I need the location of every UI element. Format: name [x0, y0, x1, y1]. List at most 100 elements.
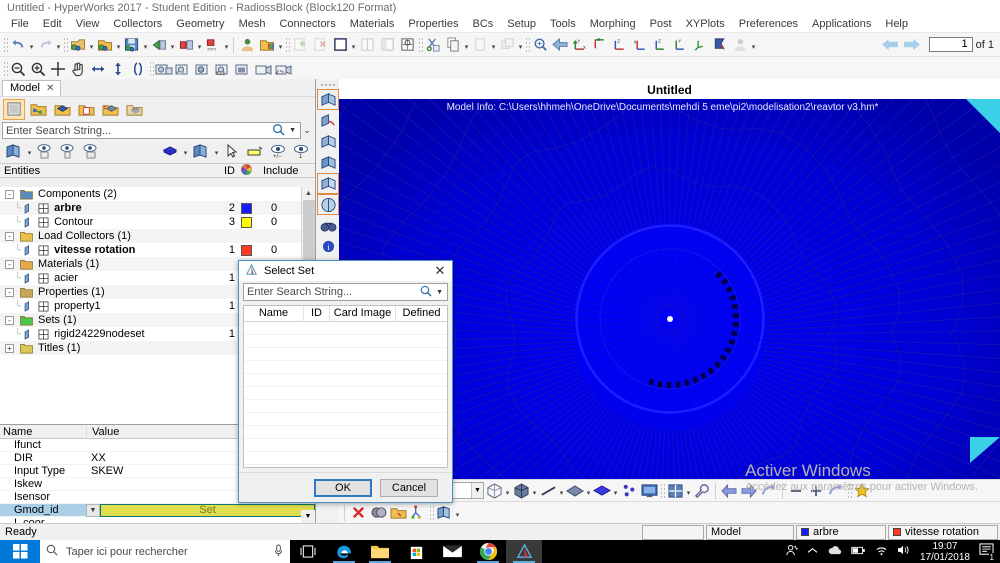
scroll-up-arrow-icon[interactable]: ▲ [302, 187, 315, 200]
surface-display-icon[interactable] [565, 481, 585, 501]
expander-icon[interactable]: + [5, 343, 14, 353]
show-hidden-icons-icon[interactable] [807, 546, 818, 558]
monitor-icon[interactable] [639, 481, 659, 501]
chevron-down-icon[interactable]: ▼ [285, 127, 300, 134]
view-xy-icon[interactable]: X [590, 35, 610, 55]
hyperworks-icon[interactable] [506, 540, 542, 563]
fit-icon[interactable] [48, 59, 68, 79]
chevron-down-icon[interactable]: ▼ [471, 483, 483, 498]
dialog-results-list[interactable]: Name ID Card Image Defined [243, 305, 448, 491]
next-page-arrow-icon[interactable] [901, 35, 923, 55]
camera-region-icon[interactable] [214, 59, 234, 79]
video-icon[interactable] [234, 59, 254, 79]
color-swatch[interactable] [235, 202, 257, 214]
tab-model[interactable]: Model ✕ [2, 80, 62, 96]
wireframe-icon[interactable] [484, 481, 504, 501]
pointer-icon[interactable] [221, 141, 243, 162]
mesh-view-caret[interactable]: ▾ [685, 481, 692, 501]
dialog-row[interactable] [244, 335, 447, 348]
menu-item-morphing[interactable]: Morphing [583, 17, 643, 32]
menu-item-setup[interactable]: Setup [500, 17, 543, 32]
dialog-row[interactable] [244, 439, 447, 452]
line-display-icon[interactable] [538, 481, 558, 501]
feature-edges-icon[interactable] [317, 173, 339, 194]
open-model-icon[interactable] [95, 35, 115, 55]
expander-icon[interactable]: - [5, 231, 14, 241]
rotate-free-icon[interactable] [128, 59, 148, 79]
microsoft-store-icon[interactable] [398, 540, 434, 563]
set-button[interactable]: Set [100, 503, 315, 517]
menu-item-preferences[interactable]: Preferences [732, 17, 805, 32]
tree-row[interactable]: └ Contour 3 0 [0, 215, 315, 229]
notifications-icon[interactable]: 1 [979, 543, 995, 562]
info-icon[interactable]: i [318, 237, 338, 256]
color-swatch[interactable] [235, 216, 257, 228]
edge-icon[interactable] [326, 540, 362, 563]
mask-icon[interactable] [368, 503, 388, 523]
microphone-icon[interactable] [273, 543, 284, 560]
volume-icon[interactable] [897, 544, 911, 559]
menu-item-properties[interactable]: Properties [401, 17, 465, 32]
save-model-icon[interactable] [122, 35, 142, 55]
user-profile-icon[interactable] [237, 35, 257, 55]
capture-icon[interactable] [174, 59, 194, 79]
select-set-dialog[interactable]: Select Set ✕ Enter Search String... ▼ Na… [238, 260, 453, 503]
dialog-row[interactable] [244, 452, 447, 465]
tree-row[interactable]: - Components (2) [0, 187, 315, 201]
isolate-only-icon[interactable]: 1 [290, 141, 312, 162]
wireframe-caret[interactable]: ▾ [504, 481, 511, 501]
video-region-icon[interactable] [274, 59, 294, 79]
zoom-out-icon[interactable] [8, 59, 28, 79]
close-icon[interactable]: ✕ [46, 81, 54, 96]
mesh-grid-caret[interactable]: ▾ [454, 503, 461, 523]
status-cell[interactable]: vitesse rotation [888, 524, 998, 540]
expander-icon[interactable]: - [5, 259, 14, 269]
expander-icon[interactable]: - [5, 287, 14, 297]
mesh-display-icon[interactable] [190, 141, 212, 162]
tree-row[interactable]: - Load Collectors (1) [0, 229, 315, 243]
save-dropdown-caret[interactable]: ▾ [142, 35, 149, 55]
surface-display-caret[interactable]: ▾ [585, 481, 592, 501]
editor-scroll-down-arrow-icon[interactable]: ▼ [301, 510, 315, 523]
menu-item-help[interactable]: Help [878, 17, 915, 32]
solid-display-icon[interactable] [592, 481, 612, 501]
export-solver-caret[interactable]: ▾ [196, 35, 203, 55]
include-browser-icon[interactable] [75, 99, 97, 120]
mail-icon[interactable] [434, 540, 470, 563]
zoom-window-icon[interactable] [530, 35, 550, 55]
entity-field-value[interactable]: ▼ Set [86, 503, 315, 517]
chevron-down-icon[interactable]: ▼ [86, 503, 100, 517]
dialog-row[interactable] [244, 361, 447, 374]
ppt-dropdown-caret[interactable]: ▾ [223, 35, 230, 55]
mass-browser-icon[interactable] [123, 99, 145, 120]
hide-all-icon[interactable] [57, 141, 79, 162]
isolate-icon[interactable]: +/− [267, 141, 289, 162]
menu-item-collectors[interactable]: Collectors [106, 17, 169, 32]
solid-display-caret[interactable]: ▾ [612, 481, 619, 501]
menu-item-geometry[interactable]: Geometry [169, 17, 231, 32]
close-icon[interactable]: ✕ [432, 263, 448, 279]
entity-editor-row[interactable]: Gmod_id ▼ Set [0, 503, 315, 517]
color-wheel-icon[interactable] [235, 163, 257, 178]
menu-item-applications[interactable]: Applications [805, 17, 878, 32]
redo-icon[interactable] [35, 35, 55, 55]
export-icon[interactable] [149, 35, 169, 55]
status-cell[interactable]: arbre [796, 524, 886, 540]
cut-icon[interactable] [423, 35, 443, 55]
page-layout-caret[interactable]: ▾ [350, 35, 357, 55]
undo-icon[interactable] [8, 35, 28, 55]
menu-item-xyplots[interactable]: XYPlots [679, 17, 732, 32]
dialog-row[interactable] [244, 322, 447, 335]
page-number-input[interactable]: 1 [928, 37, 973, 52]
task-view-icon[interactable] [290, 540, 326, 563]
binoculars-icon[interactable] [318, 216, 338, 235]
dialog-row[interactable] [244, 348, 447, 361]
shaded-elements-icon[interactable] [511, 481, 531, 501]
taskbar-clock[interactable]: 19:07 17/01/2018 [920, 541, 970, 563]
menu-item-file[interactable]: File [4, 17, 36, 32]
double-chevron-down-icon[interactable]: ⌄ [301, 125, 313, 136]
previous-page-arrow-icon[interactable] [881, 35, 901, 55]
copy-caret[interactable]: ▾ [463, 35, 470, 55]
shaded-elements-caret[interactable]: ▾ [531, 481, 538, 501]
export-dropdown-caret[interactable]: ▾ [169, 35, 176, 55]
